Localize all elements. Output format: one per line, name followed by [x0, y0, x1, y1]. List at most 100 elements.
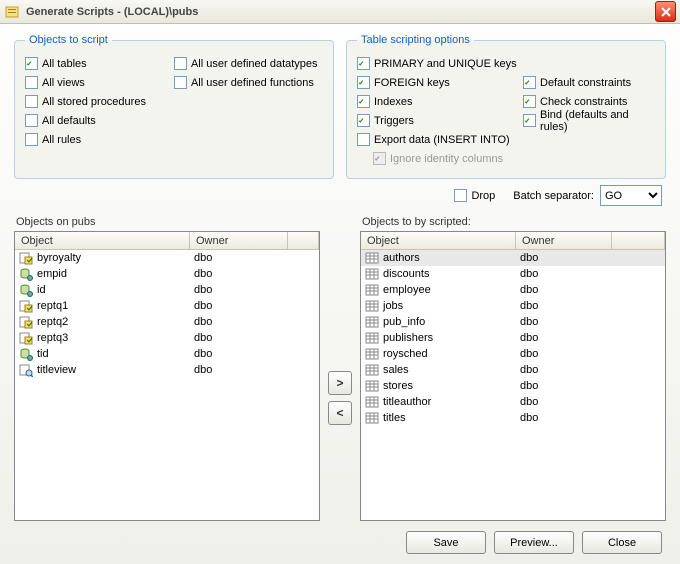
- list-item[interactable]: jobsdbo: [361, 298, 665, 314]
- list-item[interactable]: pub_infodbo: [361, 314, 665, 330]
- table-icon: [365, 379, 379, 393]
- all-user-defined-functions-checkbox[interactable]: [174, 76, 187, 89]
- all-user-defined-functions-label: All user defined functions: [191, 77, 314, 89]
- list-cell-object: roysched: [361, 347, 516, 361]
- app-icon: [4, 4, 20, 20]
- foreign-keys-checkbox[interactable]: [357, 76, 370, 89]
- default-constraints-checkbox[interactable]: [523, 76, 536, 89]
- all-views-checkbox[interactable]: [25, 76, 38, 89]
- right-header-extra[interactable]: [612, 232, 665, 249]
- all-stored-procedures-label: All stored procedures: [42, 96, 146, 108]
- type-icon: [19, 283, 33, 297]
- drop-label: Drop: [471, 190, 495, 202]
- list-cell-object: publishers: [361, 331, 516, 345]
- list-item[interactable]: iddbo: [15, 282, 319, 298]
- all-user-defined-datatypes-checkbox[interactable]: [174, 57, 187, 70]
- left-header-extra[interactable]: [288, 232, 319, 249]
- list-item[interactable]: publishersdbo: [361, 330, 665, 346]
- table-icon: [365, 267, 379, 281]
- list-item[interactable]: reptq2dbo: [15, 314, 319, 330]
- list-cell-object: jobs: [361, 299, 516, 313]
- move-left-button[interactable]: <: [328, 401, 352, 425]
- close-window-button[interactable]: [655, 1, 676, 22]
- list-item[interactable]: titleauthordbo: [361, 394, 665, 410]
- list-cell-object: authors: [361, 251, 516, 265]
- list-cell-owner: dbo: [190, 284, 288, 296]
- drop-checkbox[interactable]: [454, 189, 467, 202]
- check-constraints-checkbox[interactable]: [523, 95, 536, 108]
- table-icon: [365, 411, 379, 425]
- table-icon: [365, 299, 379, 313]
- list-item[interactable]: employeedbo: [361, 282, 665, 298]
- list-item[interactable]: reptq1dbo: [15, 298, 319, 314]
- type-icon: [19, 347, 33, 361]
- left-list-body[interactable]: byroyaltydboempiddboiddboreptq1dboreptq2…: [15, 250, 319, 520]
- export-data-label: Export data (INSERT INTO): [374, 134, 510, 146]
- right-list-body[interactable]: authorsdbodiscountsdboemployeedbojobsdbo…: [361, 250, 665, 520]
- table-icon: [365, 283, 379, 297]
- list-cell-object: titles: [361, 411, 516, 425]
- all-stored-procedures-checkbox[interactable]: [25, 95, 38, 108]
- list-item[interactable]: titleviewdbo: [15, 362, 319, 378]
- proc-icon: [19, 315, 33, 329]
- list-cell-object: stores: [361, 379, 516, 393]
- list-item[interactable]: byroyaltydbo: [15, 250, 319, 266]
- list-item[interactable]: royscheddbo: [361, 346, 665, 362]
- left-header-object[interactable]: Object: [15, 232, 190, 249]
- list-item[interactable]: authorsdbo: [361, 250, 665, 266]
- bind-checkbox[interactable]: [523, 114, 536, 127]
- right-header-owner[interactable]: Owner: [516, 232, 612, 249]
- list-cell-owner: dbo: [190, 300, 288, 312]
- right-header-object[interactable]: Object: [361, 232, 516, 249]
- list-item[interactable]: tiddbo: [15, 346, 319, 362]
- list-item[interactable]: titlesdbo: [361, 410, 665, 426]
- primary-unique-checkbox[interactable]: [357, 57, 370, 70]
- indexes-checkbox[interactable]: [357, 95, 370, 108]
- list-cell-owner: dbo: [190, 268, 288, 280]
- list-item[interactable]: salesdbo: [361, 362, 665, 378]
- export-data-checkbox[interactable]: [357, 133, 370, 146]
- preview-button[interactable]: Preview...: [494, 531, 574, 554]
- list-cell-owner: dbo: [516, 396, 612, 408]
- left-header-owner[interactable]: Owner: [190, 232, 288, 249]
- list-cell-object: discounts: [361, 267, 516, 281]
- move-right-button[interactable]: >: [328, 371, 352, 395]
- objects-on-pubs-panel: Objects on pubs Object Owner byroyaltydb…: [14, 214, 320, 521]
- list-item[interactable]: discountsdbo: [361, 266, 665, 282]
- indexes-label: Indexes: [374, 96, 413, 108]
- save-button[interactable]: Save: [406, 531, 486, 554]
- all-user-defined-datatypes-label: All user defined datatypes: [191, 58, 318, 70]
- list-cell-object: employee: [361, 283, 516, 297]
- all-rules-checkbox[interactable]: [25, 133, 38, 146]
- close-button[interactable]: Close: [582, 531, 662, 554]
- list-cell-object: tid: [15, 347, 190, 361]
- all-rules-label: All rules: [42, 134, 81, 146]
- batch-separator-select[interactable]: GO: [600, 185, 662, 206]
- type-icon: [19, 267, 33, 281]
- right-list-header: Object Owner: [361, 232, 665, 250]
- ignore-identity-checkbox: [373, 152, 386, 165]
- list-cell-object: reptq2: [15, 315, 190, 329]
- list-cell-owner: dbo: [190, 364, 288, 376]
- list-cell-owner: dbo: [516, 332, 612, 344]
- primary-unique-label: PRIMARY and UNIQUE keys: [374, 58, 517, 70]
- all-defaults-checkbox[interactable]: [25, 114, 38, 127]
- table-icon: [365, 315, 379, 329]
- list-cell-owner: dbo: [516, 268, 612, 280]
- all-tables-checkbox[interactable]: [25, 57, 38, 70]
- list-item[interactable]: storesdbo: [361, 378, 665, 394]
- window-title: Generate Scripts - (LOCAL)\pubs: [26, 6, 198, 18]
- list-cell-object: titleview: [15, 363, 190, 377]
- list-item[interactable]: reptq3dbo: [15, 330, 319, 346]
- objects-to-be-scripted-panel: Objects to by scripted: Object Owner aut…: [360, 214, 666, 521]
- list-cell-object: pub_info: [361, 315, 516, 329]
- triggers-checkbox[interactable]: [357, 114, 370, 127]
- list-item[interactable]: empiddbo: [15, 266, 319, 282]
- triggers-label: Triggers: [374, 115, 414, 127]
- proc-icon: [19, 299, 33, 313]
- default-constraints-label: Default constraints: [540, 77, 631, 89]
- objects-to-be-scripted-listview[interactable]: Object Owner authorsdbodiscountsdboemplo…: [360, 231, 666, 521]
- titlebar: Generate Scripts - (LOCAL)\pubs: [0, 0, 680, 24]
- objects-on-pubs-listview[interactable]: Object Owner byroyaltydboempiddboiddbore…: [14, 231, 320, 521]
- list-cell-owner: dbo: [516, 316, 612, 328]
